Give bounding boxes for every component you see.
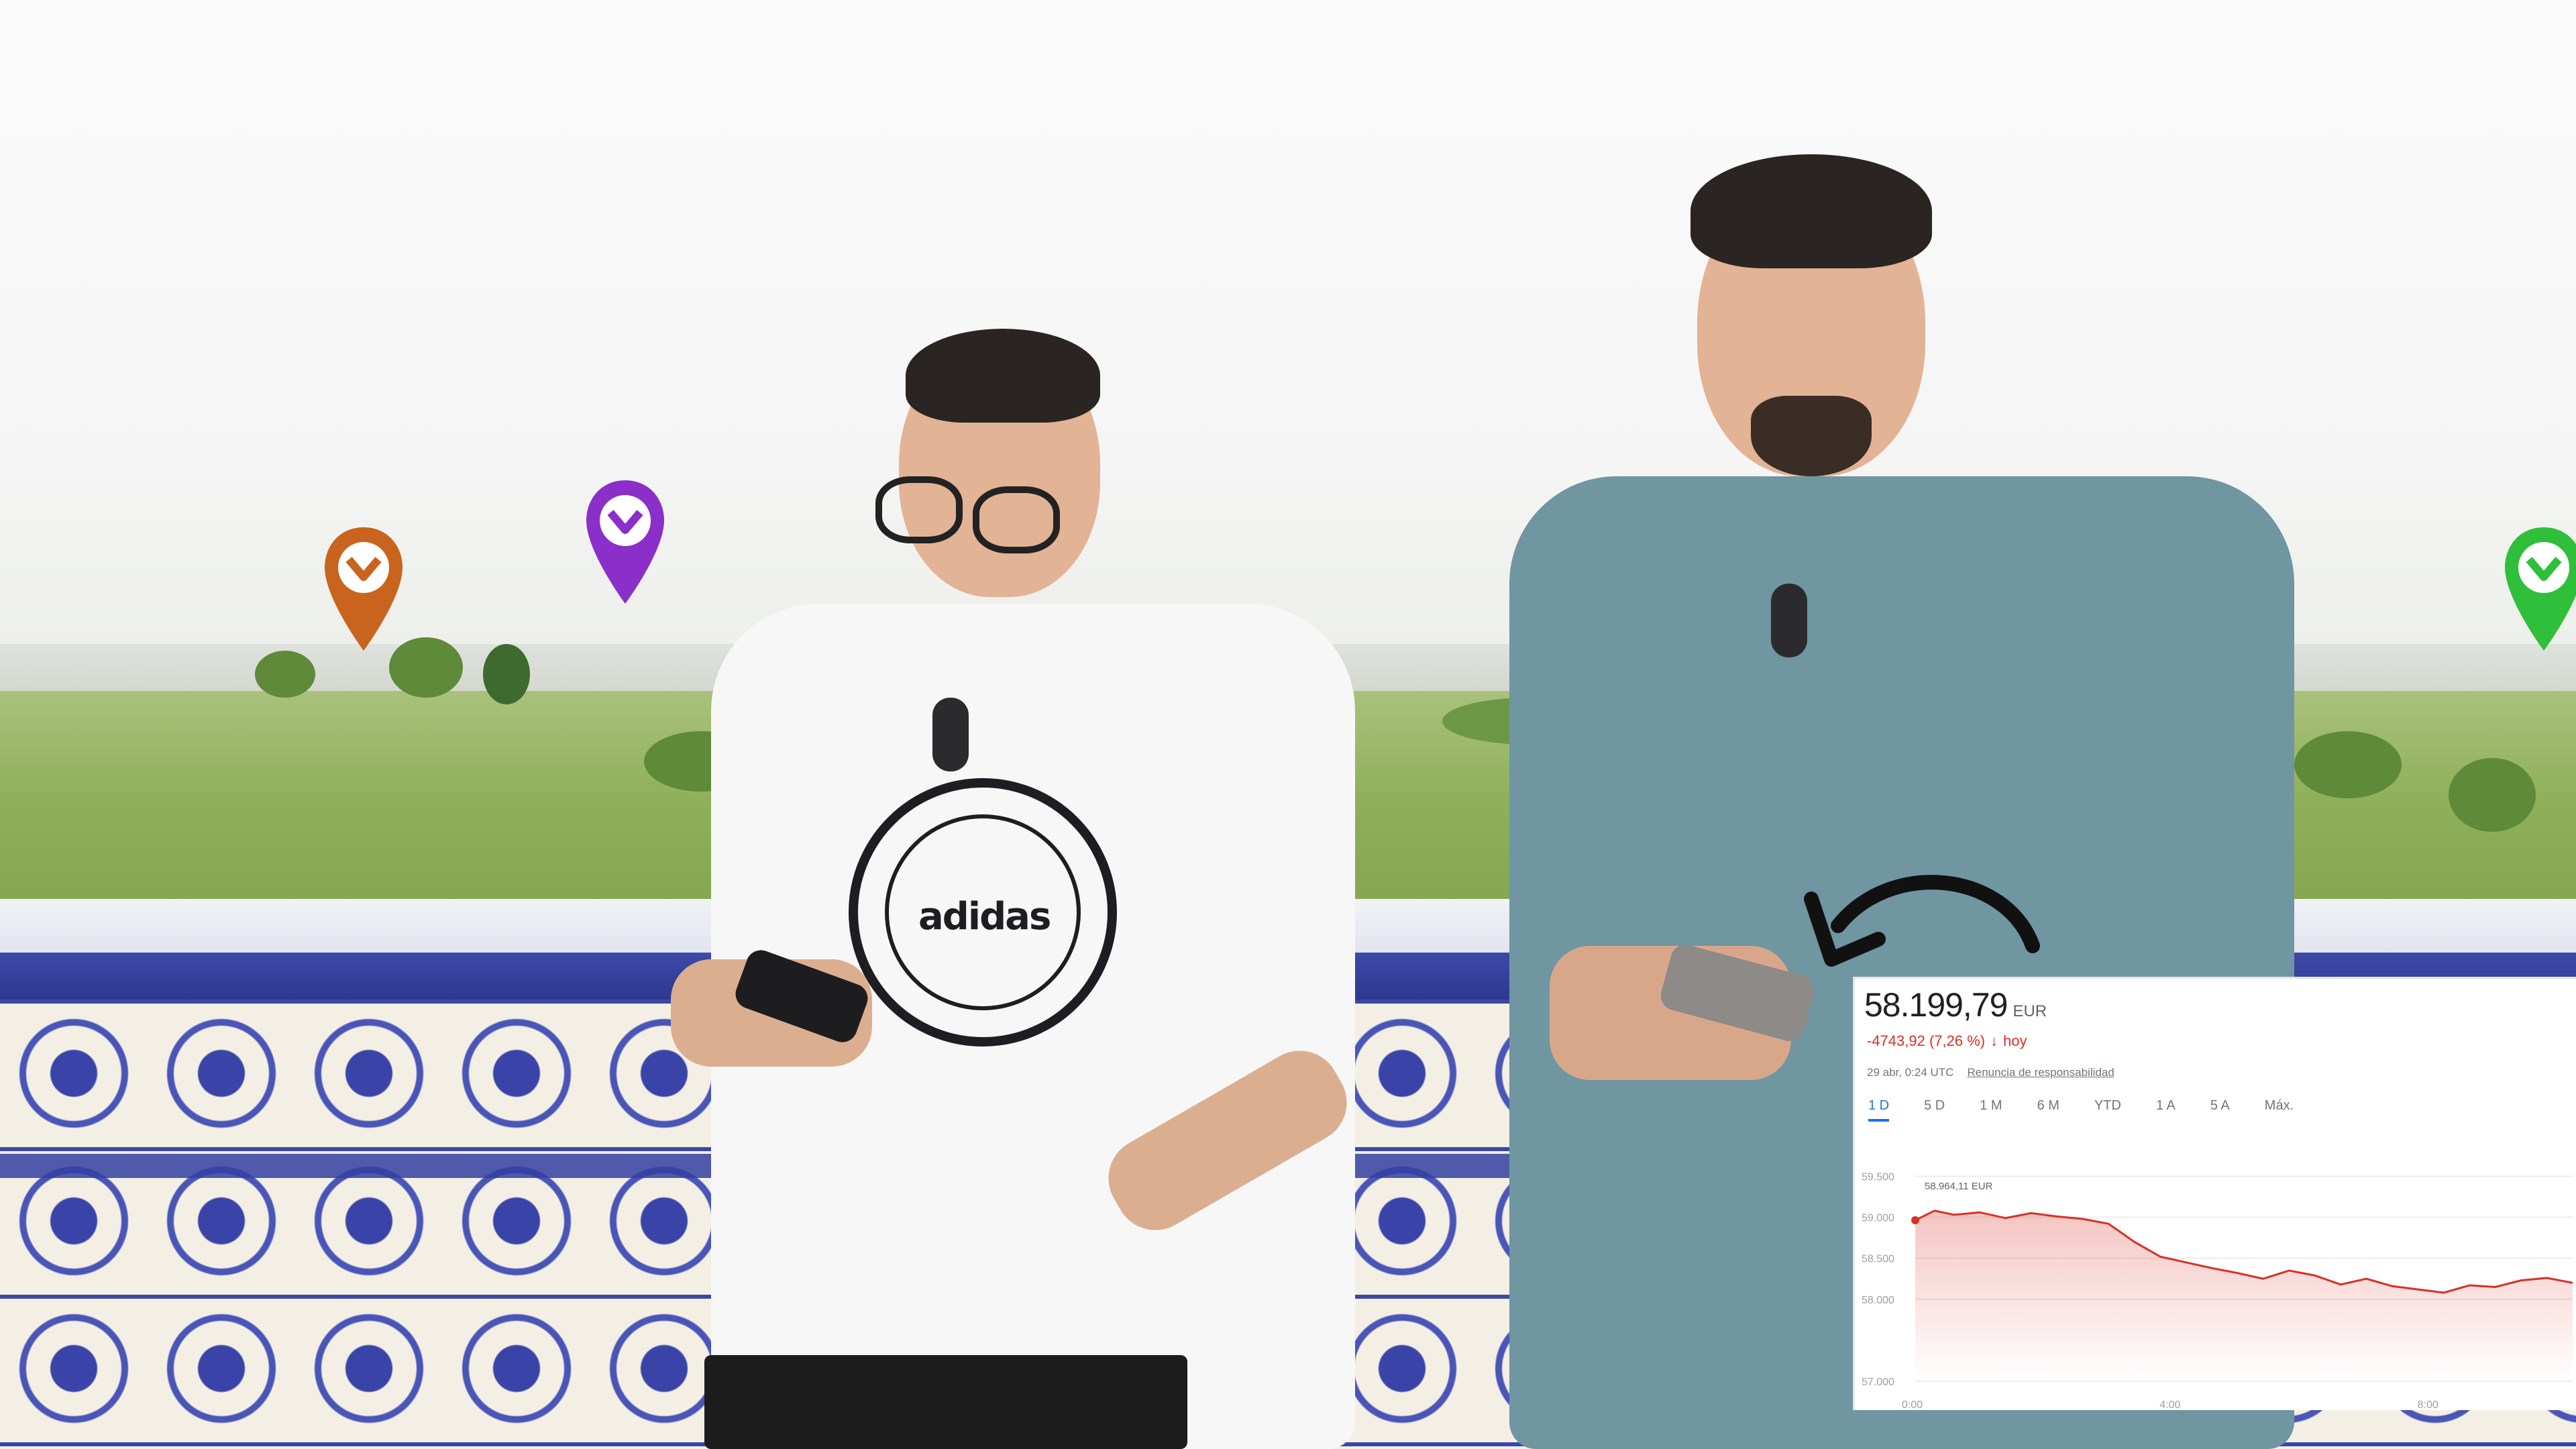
y-tick-label: 58.000	[1862, 1295, 1894, 1306]
range-tab-3[interactable]: 6 M	[2037, 1098, 2059, 1122]
beard	[1751, 396, 1872, 476]
black-trousers	[704, 1355, 1187, 1449]
lapel-microphone	[932, 698, 969, 771]
range-tab-6[interactable]: 5 A	[2210, 1098, 2230, 1122]
price-chart: 59.500 59.000 58.500 58.000 57.000 0:00 4:00 8:…	[1862, 1171, 2573, 1410]
hair	[906, 329, 1100, 423]
hair	[1690, 154, 1932, 268]
range-tab-1[interactable]: 5 D	[1924, 1098, 1945, 1122]
glasses	[973, 486, 1060, 553]
range-tab-0[interactable]: 1 D	[1868, 1098, 1890, 1122]
orange-location-pin	[321, 523, 407, 657]
range-tab-2[interactable]: 1 M	[1980, 1098, 2002, 1122]
shirt-graphic: adidas	[849, 778, 1117, 1046]
y-tick-label: 57.000	[1862, 1377, 1894, 1388]
change-period: hoy	[2003, 1032, 2027, 1049]
purple-location-pin	[582, 476, 668, 610]
disclaimer-link[interactable]: Renuncia de responsabilidad	[1967, 1066, 2114, 1079]
curved-arrow-icon	[1804, 875, 2040, 967]
stock-price: 58.199,79	[1864, 986, 2008, 1024]
arrow-down-icon: ↓	[1990, 1032, 1998, 1049]
x-tick-label: 4:00	[2159, 1399, 2180, 1410]
price-change: -4743,92 (7,26 %)	[1867, 1032, 1986, 1049]
timestamp: 29 abr, 0:24 UTC	[1867, 1066, 1954, 1079]
lapel-microphone	[1771, 584, 1807, 657]
shirt-brand-text: adidas	[918, 895, 1051, 938]
data-point	[1911, 1216, 1919, 1224]
person-left: adidas	[671, 322, 1409, 1449]
green-location-pin	[2501, 523, 2576, 657]
price-row: 58.199,79 EUR	[1864, 985, 2047, 1024]
y-tick-label: 58.500	[1862, 1254, 1894, 1265]
currency-label: EUR	[2012, 1002, 2047, 1020]
y-tick-label: 59.500	[1862, 1171, 1894, 1183]
chart-annotation: 58.964,11 EUR	[1925, 1181, 1993, 1192]
tree	[483, 644, 530, 704]
y-tick-label: 59.000	[1862, 1213, 1894, 1224]
timestamp-row: 29 abr, 0:24 UTC Renuncia de responsabil…	[1867, 1066, 2114, 1079]
bush	[2449, 758, 2536, 832]
range-tab-4[interactable]: YTD	[2094, 1098, 2121, 1122]
range-tab-5[interactable]: 1 A	[2156, 1098, 2176, 1122]
price-change-row: -4743,92 (7,26 %) ↓ hoy	[1867, 1032, 2027, 1050]
tree	[255, 651, 315, 698]
range-tabs: 1 D 5 D 1 M 6 M YTD 1 A 5 A Máx.	[1868, 1098, 2294, 1122]
series-area	[1915, 1210, 2573, 1381]
glasses	[875, 476, 963, 543]
range-tab-7[interactable]: Máx.	[2265, 1098, 2294, 1122]
x-tick-label: 0:00	[1902, 1399, 1923, 1410]
stock-price-widget: 58.199,79 EUR -4743,92 (7,26 %) ↓ hoy 29…	[1853, 977, 2576, 1410]
x-tick-label: 8:00	[2418, 1399, 2438, 1410]
